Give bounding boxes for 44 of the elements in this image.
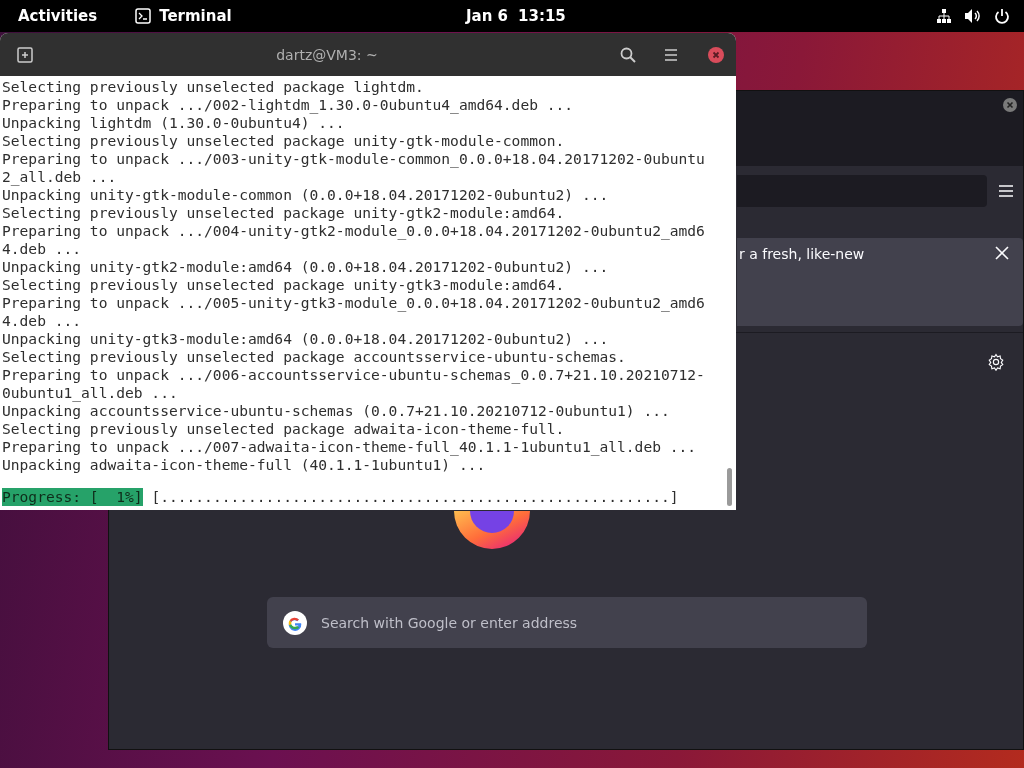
terminal-line: Preparing to unpack .../005-unity-gtk3-module_0.0.0+18.04.20171202-0ubuntu2_amd6: [2, 294, 706, 312]
network-icon[interactable]: [936, 8, 952, 24]
activities-button[interactable]: Activities: [0, 0, 108, 32]
browser-logo-icon: [453, 511, 531, 549]
app-menu-button[interactable]: Terminal: [125, 0, 242, 32]
notification-text: r a fresh, like-new: [739, 246, 865, 262]
search-icon[interactable]: [620, 46, 636, 63]
terminal-line: Unpacking adwaita-icon-theme-full (40.1.1-1ubuntu1) ...: [2, 456, 487, 474]
terminal-line: Preparing to unpack .../002-lightdm_1.30.0-0ubuntu4_amd64.deb ...: [2, 96, 575, 114]
close-icon[interactable]: [1003, 98, 1017, 112]
terminal-line: Unpacking unity-gtk3-module:amd64 (0.0.0+18.04.20171202-0ubuntu2) ...: [2, 330, 610, 348]
terminal-line: Preparing to unpack .../004-unity-gtk2-module_0.0.0+18.04.20171202-0ubuntu2_amd6: [2, 222, 706, 240]
volume-icon[interactable]: [964, 8, 982, 24]
search-field[interactable]: Search with Google or enter address: [267, 597, 867, 648]
terminal-line: 2_all.deb ...: [2, 168, 118, 186]
window-title: dartz@VM3: ~: [275, 46, 379, 63]
terminal-line: Selecting previously unselected package unity-gtk-module-common.: [2, 132, 566, 150]
close-icon[interactable]: [995, 246, 1009, 260]
terminal-line: Selecting previously unselected package adwaita-icon-theme-full.: [2, 420, 566, 438]
terminal-line: Unpacking accountsservice-ubuntu-schemas (0.0.7+21.10.20210712-0ubuntu1) ...: [2, 402, 671, 420]
power-icon[interactable]: [994, 8, 1010, 24]
terminal-line: Selecting previously unselected package lightdm.: [2, 78, 425, 96]
terminal-line: Selecting previously unselected package unity-gtk3-module:amd64.: [2, 276, 566, 294]
settings-icon[interactable]: [987, 353, 1005, 371]
menu-icon[interactable]: [664, 48, 678, 61]
terminal-line: Unpacking unity-gtk-module-common (0.0.0+18.04.20171202-0ubuntu2) ...: [2, 186, 610, 204]
terminal-line: 4.deb ...: [2, 312, 83, 330]
terminal-line: 0ubuntu1_all.deb ...: [2, 384, 179, 402]
clock-button[interactable]: Jan 6 13:15: [466, 0, 566, 32]
terminal-line: Preparing to unpack .../003-unity-gtk-module-common_0.0.0+18.04.20171202-0ubuntu: [2, 150, 706, 168]
search-input[interactable]: Search with Google or enter address: [319, 613, 867, 632]
progress-bar-text: [..........................................................]: [151, 488, 679, 506]
terminal-line: Selecting previously unselected package unity-gtk2-module:amd64.: [2, 204, 566, 222]
scrollbar-thumb[interactable]: [727, 468, 732, 506]
terminal-line: Unpacking unity-gtk2-module:amd64 (0.0.0+18.04.20171202-0ubuntu2) ...: [2, 258, 610, 276]
google-icon: [283, 610, 307, 635]
new-tab-icon[interactable]: [16, 45, 34, 64]
progress-label: Progress: [ 1%]: [2, 488, 143, 506]
terminal-line: Unpacking lightdm (1.30.0-0ubuntu4) ...: [2, 114, 346, 132]
terminal-line: Preparing to unpack .../007-adwaita-icon-theme-full_40.1.1-1ubuntu1_all.deb ...: [2, 438, 698, 456]
terminal-line: 4.deb ...: [2, 240, 83, 258]
terminal-icon: [135, 8, 152, 24]
terminal-line: Preparing to unpack .../006-accountsservice-ubuntu-schemas_0.0.7+21.10.20210712-: [2, 366, 706, 384]
terminal-line: Selecting previously unselected package accountsservice-ubuntu-schemas.: [2, 348, 627, 366]
